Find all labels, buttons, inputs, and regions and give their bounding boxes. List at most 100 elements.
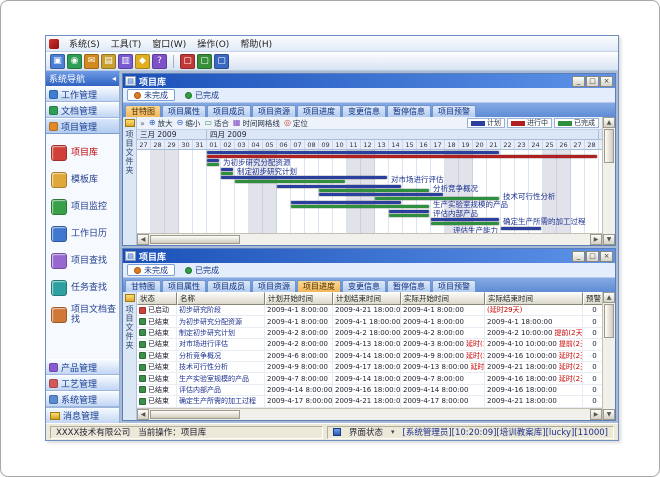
sidebar-group[interactable]: 工艺管理 (46, 375, 119, 391)
collapse-icon[interactable]: ◂ (112, 74, 116, 83)
scroll-left-button[interactable]: ◀ (137, 409, 149, 420)
mail-icon[interactable]: ✉ (84, 54, 99, 69)
view-tab[interactable]: 暂停信息 (387, 280, 431, 292)
tile-window-icon[interactable]: ▢ (214, 54, 229, 69)
plan-bar[interactable] (389, 210, 429, 213)
scrollbar-thumb[interactable] (604, 304, 614, 338)
folder-side-tab[interactable]: 项目文件夹 (123, 117, 137, 245)
actual-bar[interactable] (319, 189, 429, 192)
column-header[interactable]: 实际结束时间 (485, 292, 583, 305)
scroll-right-button[interactable]: ▶ (590, 409, 602, 420)
scrollbar-thumb[interactable] (604, 129, 614, 163)
table-row[interactable]: 已结束评估内部产品2009-4-14 8:00:002009-4-16 18:0… (137, 385, 602, 396)
sidebar-item[interactable]: 项目库 (46, 139, 119, 166)
horizontal-scrollbar[interactable]: ◀▶ (137, 408, 602, 420)
column-header[interactable]: 计划结束时间 (333, 292, 401, 305)
table-row[interactable]: 已结束确定生产所需的加工过程2009-4-17 8:00:002009-4-21… (137, 396, 602, 407)
monitor-icon[interactable]: ▣ (50, 54, 65, 69)
view-tab[interactable]: 项目属性 (162, 280, 206, 292)
chevron-right-icon[interactable]: » (140, 119, 145, 128)
zoom-in-button[interactable]: ⊕放大 (149, 118, 173, 129)
view-tab[interactable]: 暂停信息 (387, 105, 431, 117)
horizontal-scrollbar[interactable]: ◀▶ (137, 233, 602, 245)
dropdown-arrow-icon[interactable]: ▾ (391, 428, 395, 436)
minimize-button[interactable]: _ (572, 251, 585, 262)
close-button[interactable]: × (600, 76, 613, 87)
lock-icon[interactable]: ◆ (135, 54, 150, 69)
plan-bar[interactable] (501, 227, 541, 230)
scroll-right-button[interactable]: ▶ (590, 234, 602, 245)
sidebar-group[interactable]: 系统管理 (46, 391, 119, 407)
vertical-scrollbar[interactable]: ▲▼ (602, 117, 615, 245)
locate-button[interactable]: ◎定位 (284, 118, 308, 129)
actual-bar[interactable] (389, 214, 429, 217)
status-tab[interactable]: 已完成 (178, 89, 226, 101)
menu-item[interactable]: 工具(T) (106, 36, 147, 51)
vertical-scrollbar[interactable]: ▲▼ (602, 292, 615, 420)
window-titlebar[interactable]: ▤项目库_□× (123, 74, 615, 88)
zoom-out-button[interactable]: ⊖缩小 (177, 118, 201, 129)
menu-item[interactable]: 操作(O) (192, 36, 234, 51)
minimize-button[interactable]: _ (572, 76, 585, 87)
interface-status-label[interactable]: 界面状态 (349, 426, 383, 438)
help-icon[interactable]: ? (152, 54, 167, 69)
column-header[interactable]: 计划开始时间 (265, 292, 333, 305)
column-header[interactable]: 预警 (583, 292, 602, 305)
sidebar-group[interactable]: 文档管理 (46, 102, 119, 118)
actual-bar[interactable] (291, 205, 429, 208)
table-row[interactable]: 已启动初步研究阶段2009-4-1 8:00:002009-4-21 18:00… (137, 305, 602, 316)
sidebar-item[interactable]: 项目文档查找 (46, 301, 119, 328)
table-row[interactable]: 已结束技术可行性分析2009-4-9 8:00:002009-4-17 18:0… (137, 362, 602, 373)
plan-bar[interactable] (221, 176, 387, 179)
actual-bar[interactable] (221, 172, 233, 175)
column-header[interactable]: 名称 (177, 292, 265, 305)
view-tab[interactable]: 项目资源 (252, 105, 296, 117)
view-tab[interactable]: 项目成员 (207, 105, 251, 117)
close-button[interactable]: × (600, 251, 613, 262)
status-tab[interactable]: 未完成 (127, 89, 175, 101)
gridlines-button[interactable]: ▦时间网格线 (233, 118, 280, 129)
view-tab[interactable]: 项目预警 (432, 280, 476, 292)
folder-icon[interactable]: ▤ (101, 54, 116, 69)
sidebar-item[interactable]: 项目监控 (46, 193, 119, 220)
sidebar-tab-messages[interactable]: 消息管理 (46, 407, 119, 423)
view-tab[interactable]: 甘特图 (125, 105, 161, 117)
plan-bar[interactable] (221, 168, 233, 171)
table-row[interactable]: 已结束制定初步研究计划2009-4-2 8:00:002009-4-2 18:0… (137, 328, 602, 339)
plan-bar[interactable] (207, 151, 499, 154)
actual-bar[interactable] (431, 222, 499, 225)
sidebar-group[interactable]: 项目管理 (46, 118, 119, 134)
scrollbar-thumb[interactable] (150, 410, 240, 419)
table-row[interactable]: 已结束分析竞争概况2009-4-6 8:00:002009-4-14 18:00… (137, 351, 602, 362)
sidebar-group[interactable]: 产品管理 (46, 359, 119, 375)
status-tab[interactable]: 未完成 (127, 264, 175, 276)
sidebar-item[interactable]: 项目查找 (46, 247, 119, 274)
fit-button[interactable]: ▭适合 (204, 118, 229, 129)
scroll-down-button[interactable]: ▼ (603, 409, 615, 420)
table-row[interactable]: 已结束生产实验室规模的产品2009-4-7 8:00:002009-4-14 1… (137, 373, 602, 384)
view-tab[interactable]: 甘特图 (125, 280, 161, 292)
view-tab[interactable]: 项目进度 (297, 105, 341, 117)
globe-icon[interactable]: ◉ (67, 54, 82, 69)
sidebar-item[interactable]: 模板库 (46, 166, 119, 193)
sidebar-item[interactable]: 任务查找 (46, 274, 119, 301)
window-titlebar[interactable]: ▤项目库_□× (123, 249, 615, 263)
view-tab[interactable]: 项目成员 (207, 280, 251, 292)
view-tab[interactable]: 项目资源 (252, 280, 296, 292)
actual-bar[interactable] (235, 180, 345, 183)
report-icon[interactable]: ▥ (118, 54, 133, 69)
column-header[interactable]: 状态 (137, 292, 177, 305)
sidebar-group[interactable]: 工作管理 (46, 86, 119, 102)
sidebar-item[interactable]: 工作日历 (46, 220, 119, 247)
cascade-window-icon[interactable]: ▢ (197, 54, 212, 69)
scroll-left-button[interactable]: ◀ (137, 234, 149, 245)
view-tab[interactable]: 项目进度 (297, 280, 341, 292)
plan-bar[interactable] (207, 159, 219, 162)
menu-item[interactable]: 帮助(H) (235, 36, 277, 51)
scroll-up-button[interactable]: ▲ (603, 292, 615, 303)
actual-bar[interactable] (207, 163, 219, 166)
view-tab[interactable]: 变更信息 (342, 280, 386, 292)
folder-side-tab[interactable]: 项目文件夹 (123, 292, 137, 420)
table-row[interactable]: 已结束为初步研究分配资源2009-4-1 8:00:002009-4-1 18:… (137, 316, 602, 327)
menu-item[interactable]: 窗口(W) (147, 36, 191, 51)
